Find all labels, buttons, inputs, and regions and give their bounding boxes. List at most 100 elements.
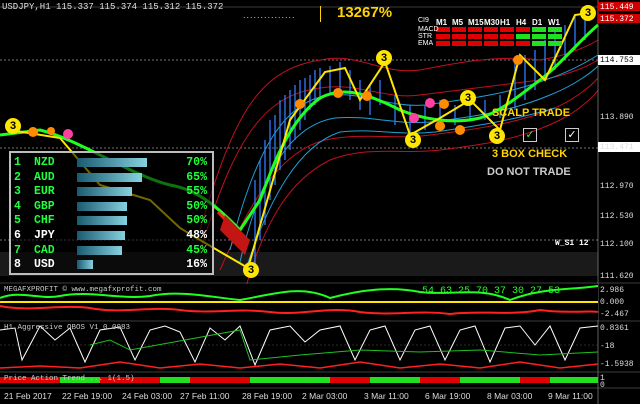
price-tick: 112.100 [600,240,634,249]
price-tick: 114.320 [600,86,634,95]
strength-rank: 3 [14,185,21,199]
do-not-trade-label: DO NOT TRADE [487,166,571,178]
currency-code: AUD [34,170,55,184]
strength-value: 16% [186,258,207,272]
strength-rank: 7 [14,243,21,257]
box-check-label: 3 BOX CHECK [492,148,568,160]
strength-row: 7 CAD 45% [11,243,210,258]
price-tick: 113.471 [600,143,634,152]
strength-bar [77,231,125,240]
currency-strength-panel: 1 NZD 70% 2 AUD 65% 3 EUR 55% 4 GBP 50% 5 CHF 50% 6 JPY 4… [9,151,214,275]
currency-code: JPY [34,229,55,242]
timeframe-row-ci9: CI9 [418,17,429,24]
date-tick: 24 Feb 03:00 [122,391,173,401]
signal-badge[interactable]: 3 [580,5,596,21]
strength-row: 3 EUR 55% [11,184,210,199]
indicator-tick: 0.8361 [600,324,629,333]
indicator2-title: H1 Aggressive OBOS V1 0.0083 [4,324,131,332]
date-tick: 28 Feb 19:00 [242,391,293,401]
timeframe-row-macd: MACD [418,26,439,33]
indicator2-red [0,361,599,369]
price-tick: 113.890 [600,113,634,122]
indicator-tick: -1.5938 [600,360,634,369]
strength-value: 55% [186,185,207,199]
strength-value: 70% [186,156,207,169]
indicator1-title: MEGAFXPROFIT © www.megafxprofit.com [4,286,162,294]
date-tick: 8 Mar 03:00 [487,391,533,401]
check-box-1: ✓ [523,128,537,142]
symbol-header: USDJPY,H1 115.337 115.374 115.312 115.37… [2,2,224,12]
profit-percent: 13267% [337,4,393,21]
signal-badge[interactable]: 3 [243,262,259,278]
currency-code: NZD [34,156,55,169]
date-tick: 22 Feb 19:00 [62,391,113,401]
timeframe-row-str: STR [418,33,432,40]
currency-code: GBP [34,199,55,213]
indicator3-title: Price Action Trend ... 1(1.5) [4,375,135,383]
timeframe-header-w1: W1 [548,18,560,27]
strength-rank: 1 [14,156,21,169]
strength-bar [77,245,122,255]
strength-value: 65% [186,170,207,184]
strength-bar [77,260,93,270]
strength-value: 48% [186,229,207,242]
strength-rank: 4 [14,199,21,213]
timeframe-header-h4: H4 [516,18,527,27]
date-tick: 27 Feb 11:00 [180,391,230,401]
strength-rank: 6 [14,229,21,242]
signal-badge[interactable]: 3 [405,132,421,148]
dotted-marker: ............... [243,10,296,20]
currency-code: CAD [34,243,55,257]
strength-row: 8 USD 16% [11,257,210,272]
w-s1-tag: W_S1 12 [555,239,589,248]
timeframe-header-m30: M30 [484,18,500,27]
price-tick: 115.372 [600,15,634,24]
strength-row: 4 GBP 50% [11,199,210,214]
strength-row: 1 NZD 70% [11,155,210,170]
strength-rank: 8 [14,258,21,272]
strength-value: 50% [186,199,207,213]
indicator-tick: 0.000 [600,298,625,307]
indicator-tick: 0 [600,381,605,390]
strength-bar [77,201,127,211]
signal-badge[interactable]: 3 [5,118,21,134]
strength-row: 2 AUD 65% [11,170,210,185]
timeframe-row-ema: EMA [418,40,434,47]
signal-badge[interactable]: 3 [376,50,392,66]
date-tick: 6 Mar 19:00 [425,391,471,401]
timeframe-header-m5: M5 [452,18,464,27]
strength-bar [77,172,142,182]
indicator-tick: -2.467 [600,310,629,319]
date-tick: 2 Mar 03:00 [302,391,348,401]
scalp-trade-label: SCALP TRADE [492,107,571,119]
price-tick: 115.449 [600,3,634,12]
strength-rank: 5 [14,214,21,228]
signal-badge[interactable]: 3 [460,90,476,106]
strength-bar [77,216,127,226]
price-tick: 112.530 [600,212,634,221]
price-tick: 112.970 [600,182,634,191]
date-tick: 21 Feb 2017 [4,391,52,401]
price-tick: 114.753 [600,56,634,65]
strength-rank: 2 [14,170,21,184]
strength-row: 6 JPY 48% [11,228,210,243]
strength-bar [77,158,147,167]
signal-badge[interactable]: 3 [489,128,505,144]
date-tick: 9 Mar 11:00 [548,391,593,401]
check-box-2: ✓ [565,128,579,142]
currency-code: USD [34,258,55,272]
header-divider [320,6,321,22]
strength-value: 45% [186,243,207,257]
indicator1-values: 54 63 25 70 37 30 27 53 [422,286,561,297]
indicator-tick: 2.986 [600,286,625,295]
currency-code: CHF [34,214,55,228]
strength-value: 50% [186,214,207,228]
date-tick: 3 Mar 11:00 [364,391,409,401]
currency-code: EUR [34,185,55,199]
strength-bar [77,187,132,197]
price-tick: 111.620 [600,272,634,281]
timeframe-header-h1: H1 [500,18,511,27]
indicator-tick: -18 [600,342,615,351]
strength-row: 5 CHF 50% [11,213,210,228]
timeframe-header-d1: D1 [532,18,543,27]
